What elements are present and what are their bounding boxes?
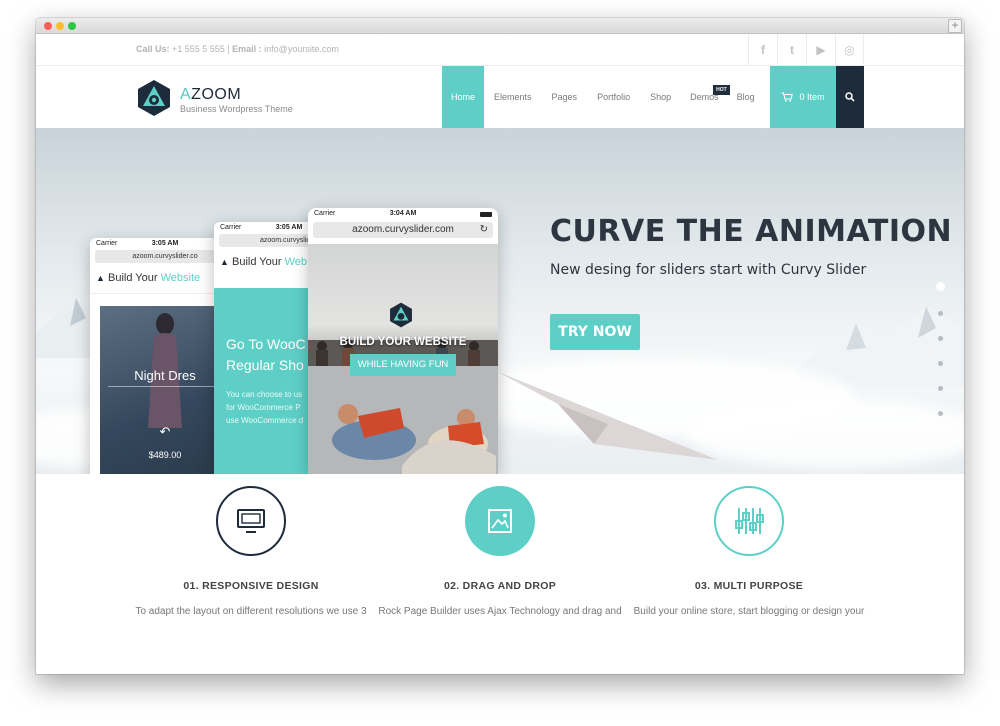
hero-slider: Carrier 3:05 AM azoom.curvyslider.co ▲ B… [36,128,964,474]
contact-info: Call Us: +1 555 5 555 | Email : info@you… [136,44,339,54]
minimize-window-button[interactable] [56,22,64,30]
heading-part-a: Build Your [107,272,161,284]
facebook-icon[interactable]: f [748,34,777,66]
nav-item-demos[interactable]: Demos HOT [681,66,730,128]
image-icon [488,509,512,533]
search-icon [845,92,855,102]
back-arrow-icon[interactable]: ↶ [100,424,230,440]
product-price: $489.00 [148,450,182,460]
close-window-button[interactable] [44,22,52,30]
email-address[interactable]: info@yoursite.com [262,44,339,54]
try-now-button[interactable]: TRY NOW [550,314,640,350]
phone-hero-image: BUILD YOUR WEBSITE WHILE HAVING FUN [308,244,498,474]
azoom-logo-small-icon [390,302,412,328]
browser-window: + Call Us: +1 555 5 555 | Email : info@y… [36,18,964,674]
feature-responsive: 01. RESPONSIVE DESIGN To adapt the layou… [126,486,376,617]
feature-text: Build your online store, start blogging … [633,606,865,617]
hero-title: CURVE THE ANIMATION [550,214,953,249]
feature-title: 01. RESPONSIVE DESIGN [183,580,319,592]
phone-number: +1 555 5 555 | [169,44,233,54]
cart-label: 0 Item [799,92,825,102]
feature-title: 02. DRAG AND DROP [443,580,557,592]
hero-subtitle: New desing for sliders start with Curvy … [550,262,867,278]
nav-item-blog[interactable]: Blog [728,66,764,128]
nav-item-home[interactable]: Home [442,66,484,128]
features-section: 01. RESPONSIVE DESIGN To adapt the layou… [36,474,964,674]
product-image: Night Dres ↶ $489.00 [100,306,230,474]
phone-status-bar: Carrier 3:04 AM [308,208,498,222]
phone-url-bar: azoom.curvyslider.com ↻ [313,222,493,238]
heading-part-b: Web [284,256,308,268]
search-button[interactable] [836,66,864,128]
monitor-icon [237,509,265,533]
cart-icon [781,92,794,102]
heading-part-a: Build Your [231,256,285,268]
logo-small-icon: ▲ [220,257,229,267]
youtube-icon[interactable]: ▶ [806,34,835,66]
slider-dot-4[interactable] [938,361,943,366]
sliders-icon [735,508,764,534]
slider-dot-1[interactable] [936,282,945,291]
social-links: f t ▶ ◎ [748,34,864,66]
feature-drag-drop: 02. DRAG AND DROP Rock Page Builder uses… [375,486,625,617]
nav-item-elements[interactable]: Elements [484,66,542,128]
feature-title: 03. MULTI PURPOSE [694,580,804,592]
slider-dot-6[interactable] [938,411,943,416]
url-text: azoom.curvyslider.com [352,224,454,235]
slider-dot-5[interactable] [938,386,943,391]
brand-tagline: Business Wordpress Theme [180,104,293,114]
nav-item-shop[interactable]: Shop [640,66,681,128]
feature-multi-purpose: 03. MULTI PURPOSE Build your online stor… [624,486,874,617]
new-tab-plus-icon[interactable]: + [948,19,962,33]
brand-title-rest: ZOOM [191,86,242,103]
slider-pagination [936,282,945,436]
feature-icon-circle [216,486,286,556]
feature-icon-circle [465,486,535,556]
reload-icon[interactable]: ↻ [480,222,488,238]
feature-text: Rock Page Builder uses Ajax Technology a… [378,606,622,617]
main-navbar: AZOOM Business Wordpress Theme Home Elem… [36,66,964,128]
brand-title-accent: A [180,86,192,103]
twitter-icon[interactable]: t [777,34,806,66]
brand-title[interactable]: AZOOM [180,86,241,104]
phone-headline: BUILD YOUR WEBSITE [339,336,467,348]
slider-dot-2[interactable] [938,311,943,316]
phone-cta-button[interactable]: WHILE HAVING FUN [350,354,456,376]
divider [108,386,222,387]
window-titlebar: + [36,18,964,34]
feature-icon-circle [714,486,784,556]
azoom-logo-icon[interactable] [136,79,172,117]
zoom-window-button[interactable] [68,22,76,30]
email-label: Email : [232,44,262,54]
feature-text: To adapt the layout on different resolut… [135,606,367,617]
slider-dot-3[interactable] [938,336,943,341]
cart-button[interactable]: 0 Item [770,66,836,128]
call-label: Call Us: [136,44,170,54]
status-time: 3:04 AM [389,210,417,217]
nav-item-pages[interactable]: Pages [542,66,588,128]
dribbble-icon[interactable]: ◎ [835,34,864,66]
primary-menu: Home Elements Pages Portfolio Shop Demos… [442,66,764,128]
battery-icon [480,212,492,217]
logo-small-icon: ▲ [96,273,105,283]
product-caption: Night Dres [134,368,196,383]
paper-plane-graphic [498,372,718,460]
heading-part-b: Website [160,272,201,284]
nav-item-portfolio[interactable]: Portfolio [587,66,640,128]
phone-mockup-front: Carrier 3:04 AM azoom.curvyslider.com ↻ [308,208,498,474]
